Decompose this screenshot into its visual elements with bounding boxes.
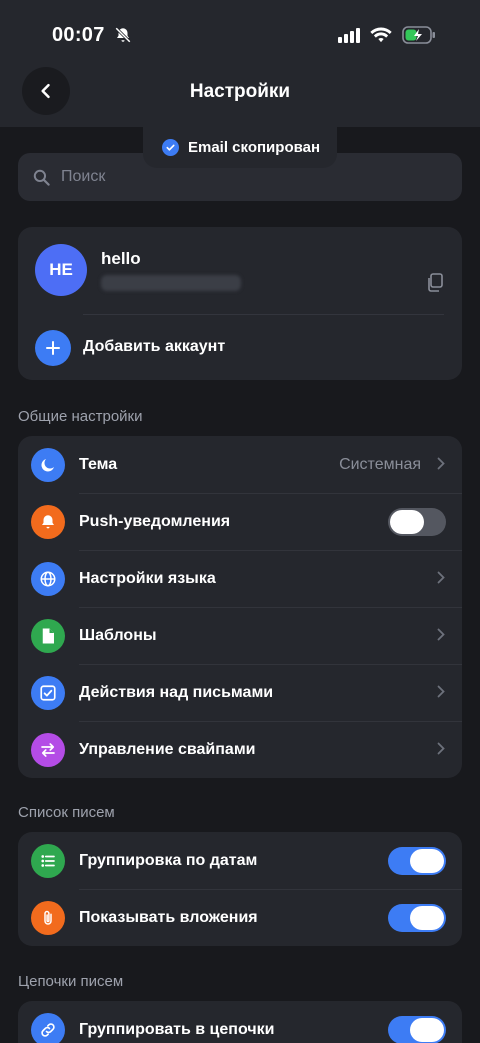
chevron-right-icon (437, 625, 445, 646)
bell-icon (31, 504, 65, 539)
status-time: 00:07 (52, 24, 105, 46)
language-label: Настройки языка (79, 569, 216, 587)
group-threads-toggle[interactable] (388, 1015, 446, 1043)
show-attachments-row: Показывать вложения (18, 889, 462, 946)
group-by-date-row: Группировка по датам (18, 832, 462, 889)
show-attachments-label: Показывать вложения (79, 908, 258, 926)
mail-actions-label: Действия над письмами (79, 683, 274, 701)
templates-label: Шаблоны (79, 626, 157, 644)
chevron-right-icon (437, 739, 445, 760)
toggle-knob (410, 848, 444, 873)
theme-value: Системная (339, 455, 421, 473)
chevron-right-icon (437, 682, 445, 703)
wifi-icon (370, 27, 392, 48)
theme-label: Тема (79, 455, 118, 473)
signal-icon (338, 27, 360, 48)
divider (83, 314, 444, 315)
section-title-general: Общие настройки (18, 408, 143, 425)
toggle-knob (390, 509, 424, 534)
account-email-redacted (101, 275, 241, 291)
account-card: HE hello Добавить аккаунт (18, 227, 462, 380)
link-icon (31, 1012, 65, 1043)
general-settings-card: Тема Системная Push-уведомления Настройк… (18, 436, 462, 778)
checkbox-icon (31, 675, 65, 710)
push-notifications-row: Push-уведомления (18, 493, 462, 550)
push-notifications-label: Push-уведомления (79, 512, 231, 530)
templates-row[interactable]: Шаблоны (18, 607, 462, 664)
section-title-threads: Цепочки писем (18, 973, 124, 990)
document-icon (31, 618, 65, 653)
add-account-button[interactable] (35, 330, 71, 366)
search-placeholder: Поиск (61, 168, 106, 185)
list-icon (31, 843, 65, 878)
swipes-label: Управление свайпами (79, 740, 256, 758)
avatar[interactable]: HE (35, 244, 87, 296)
language-row[interactable]: Настройки языка (18, 550, 462, 607)
chevron-right-icon (437, 568, 445, 589)
toast-text: Email скопирован (188, 139, 321, 156)
add-account-label[interactable]: Добавить аккаунт (83, 338, 225, 356)
group-threads-label: Группировать в цепочки (79, 1020, 275, 1038)
page-title: Настройки (189, 81, 291, 102)
globe-icon (31, 561, 65, 596)
search-icon (33, 169, 50, 186)
battery-icon (402, 26, 436, 49)
toggle-knob (410, 1017, 444, 1042)
mail-list-card: Группировка по датам Показывать вложения (18, 832, 462, 946)
account-name: hello (101, 249, 141, 268)
moon-icon (31, 447, 65, 482)
threads-card: Группировать в цепочки (18, 1001, 462, 1043)
check-circle-icon (162, 139, 179, 156)
header: Настройки (0, 67, 480, 127)
group-by-date-label: Группировка по датам (79, 851, 258, 869)
push-notifications-toggle[interactable] (388, 507, 446, 536)
bell-muted-icon (114, 26, 132, 49)
theme-row[interactable]: Тема Системная (18, 436, 462, 493)
status-bar: 00:07 (0, 0, 480, 70)
chevron-right-icon (437, 454, 445, 475)
group-by-date-toggle[interactable] (388, 846, 446, 875)
copy-icon[interactable] (426, 273, 444, 298)
plus-icon (46, 341, 60, 355)
swipes-row[interactable]: Управление свайпами (18, 721, 462, 778)
show-attachments-toggle[interactable] (388, 903, 446, 932)
status-indicators (338, 26, 436, 49)
copied-toast: Email скопирован (143, 127, 337, 168)
section-title-mail-list: Список писем (18, 804, 115, 821)
paperclip-icon (31, 900, 65, 935)
mail-actions-row[interactable]: Действия над письмами (18, 664, 462, 721)
group-threads-row: Группировать в цепочки (18, 1001, 462, 1043)
swap-arrows-icon (31, 732, 65, 767)
toggle-knob (410, 905, 444, 930)
